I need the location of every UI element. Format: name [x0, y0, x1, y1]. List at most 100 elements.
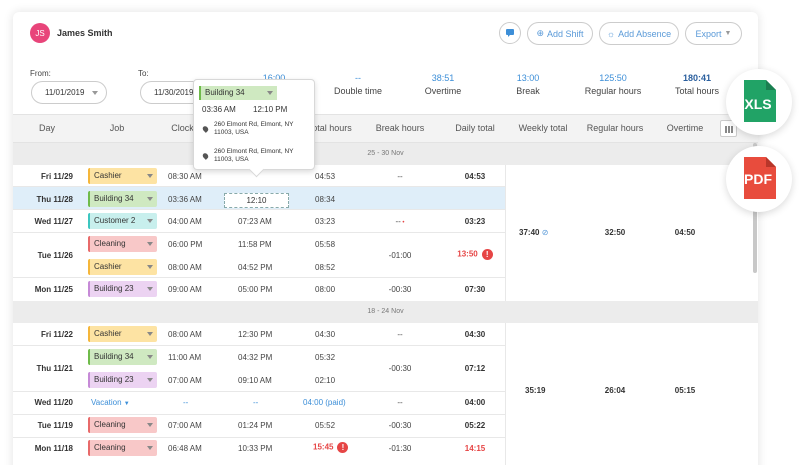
- week-header: 18 - 24 Nov: [13, 301, 758, 323]
- popover-clock-in: 03:36 AM: [202, 105, 236, 114]
- clock-in[interactable]: 06:00 PM: [168, 240, 202, 249]
- total-hours: 05:32: [315, 353, 336, 362]
- job-select[interactable]: Building 23: [88, 372, 157, 388]
- break-hours[interactable]: --: [368, 172, 432, 181]
- job-select[interactable]: Building 34: [88, 191, 157, 207]
- clock-out[interactable]: 04:32 PM: [238, 353, 272, 362]
- row-day: Wed 11/20: [34, 398, 73, 407]
- week-header: 25 - 30 Nov: [13, 143, 758, 165]
- break-hours[interactable]: -00:30: [368, 421, 432, 430]
- break-hours[interactable]: --: [368, 330, 432, 339]
- job-label: Cleaning: [94, 239, 126, 248]
- row-divider: [13, 186, 505, 187]
- approved-icon[interactable]: ⊘: [542, 228, 549, 237]
- clock-in[interactable]: 06:48 AM: [168, 444, 202, 453]
- total-hours: 08:52: [315, 263, 336, 272]
- clock-out[interactable]: 11:58 PM: [238, 240, 272, 249]
- add-shift-button[interactable]: ⊕ Add Shift: [527, 22, 593, 45]
- clock-out[interactable]: 12:30 PM: [238, 330, 272, 339]
- row-divider: [13, 391, 505, 392]
- total-hours: 08:00: [315, 285, 336, 294]
- clock-in[interactable]: 11:00 AM: [168, 353, 201, 362]
- warning-icon[interactable]: !: [337, 442, 349, 453]
- sun-icon: ☼: [606, 28, 616, 39]
- clock-in[interactable]: 08:00 AM: [168, 330, 202, 339]
- clock-out[interactable]: 04:52 PM: [238, 263, 272, 272]
- export-xls-button[interactable]: XLS: [726, 69, 792, 135]
- chevron-down-icon: [147, 265, 153, 269]
- break-hours[interactable]: -01:00: [368, 251, 432, 260]
- export-button[interactable]: Export ▼: [685, 22, 742, 45]
- row-day: Wed 11/27: [34, 217, 73, 226]
- job-label: Building 23: [94, 284, 134, 293]
- col-break-hours[interactable]: Break hours: [368, 123, 432, 133]
- chat-button[interactable]: [499, 22, 521, 44]
- total-hours: 05:58: [315, 240, 336, 249]
- break-hours[interactable]: -00:30: [368, 285, 432, 294]
- clock-in[interactable]: 04:00 AM: [168, 217, 202, 226]
- clock-in[interactable]: 08:30 AM: [168, 172, 202, 181]
- clock-in[interactable]: 08:00 AM: [168, 263, 202, 272]
- col-overtime[interactable]: Overtime: [662, 123, 708, 133]
- export-pdf-button[interactable]: PDF: [726, 146, 792, 212]
- clock-out[interactable]: 10:33 PM: [238, 444, 272, 453]
- chevron-down-icon: [147, 378, 153, 382]
- col-total-hours[interactable]: otal hours: [308, 123, 356, 133]
- clock-out[interactable]: 07:23 AM: [238, 217, 272, 226]
- chevron-down-icon: [147, 446, 153, 450]
- job-select[interactable]: Cashier: [88, 259, 157, 275]
- clock-in[interactable]: 07:00 AM: [168, 376, 202, 385]
- break-hours: --: [397, 398, 403, 407]
- job-select[interactable]: Building 34: [88, 349, 157, 365]
- job-select[interactable]: Cashier: [88, 326, 157, 342]
- stat-value: 125:50: [599, 73, 627, 83]
- daily-total: 13:50!: [446, 249, 504, 260]
- row-day: Thu 11/21: [36, 364, 73, 373]
- popover-job-select[interactable]: Building 34: [199, 86, 277, 100]
- job-label: Cleaning: [94, 420, 126, 429]
- job-select[interactable]: Cleaning: [88, 440, 157, 456]
- clock-in[interactable]: 09:00 AM: [168, 285, 202, 294]
- col-daily-total[interactable]: Daily total: [446, 123, 504, 133]
- clock-out-edit-field[interactable]: 12:10: [224, 193, 289, 208]
- clock-out[interactable]: 05:00 PM: [238, 285, 272, 294]
- job-select[interactable]: Building 23: [88, 281, 157, 297]
- chevron-down-icon: ▼: [123, 401, 130, 407]
- avatar[interactable]: JS: [30, 23, 50, 43]
- stat-break: 13:00 Break: [499, 72, 557, 98]
- clock-in[interactable]: 03:36 AM: [168, 195, 202, 204]
- job-select[interactable]: Customer 2: [88, 213, 157, 229]
- clock-out[interactable]: 09:10 AM: [238, 376, 272, 385]
- daily-total: 05:22: [464, 421, 486, 430]
- col-regular-hours[interactable]: Regular hours: [580, 123, 650, 133]
- total-hours: 05:52: [315, 421, 336, 430]
- from-date-picker[interactable]: 11/01/2019: [31, 81, 107, 104]
- col-day[interactable]: Day: [27, 123, 67, 133]
- break-hours[interactable]: -00:30: [368, 364, 432, 373]
- stat-label: Break: [516, 86, 540, 96]
- daily-total-value: 13:50: [457, 249, 478, 259]
- break-hours[interactable]: -01:30: [368, 444, 432, 453]
- col-weekly-total[interactable]: Weekly total: [512, 123, 574, 133]
- total-hours: 04:00 (paid): [303, 398, 346, 407]
- warning-icon[interactable]: !: [481, 249, 493, 260]
- weekly-total: 35:19: [525, 386, 546, 395]
- popover-clock-out: 12:10 PM: [253, 105, 288, 114]
- stat-regular-hours: 125:50 Regular hours: [578, 72, 648, 98]
- job-select[interactable]: Cleaning: [88, 417, 157, 433]
- job-select[interactable]: Cashier: [88, 168, 157, 184]
- absence-select[interactable]: Vacation ▼: [91, 398, 130, 407]
- row-day: Fri 11/29: [40, 172, 73, 181]
- job-label: Cashier: [94, 329, 122, 338]
- job-select[interactable]: Cleaning: [88, 236, 157, 252]
- job-label: Building 34: [94, 352, 134, 361]
- divider: [505, 165, 506, 301]
- col-job[interactable]: Job: [98, 123, 136, 133]
- break-hours[interactable]: -- •: [368, 217, 432, 226]
- job-label: Cashier: [94, 171, 122, 180]
- clock-in[interactable]: 07:00 AM: [168, 421, 202, 430]
- clock-out[interactable]: 01:24 PM: [238, 421, 272, 430]
- add-absence-button[interactable]: ☼ Add Absence: [599, 22, 679, 45]
- weekly-total: 37:40 ⊘: [519, 228, 548, 237]
- add-absence-label: Add Absence: [618, 28, 672, 39]
